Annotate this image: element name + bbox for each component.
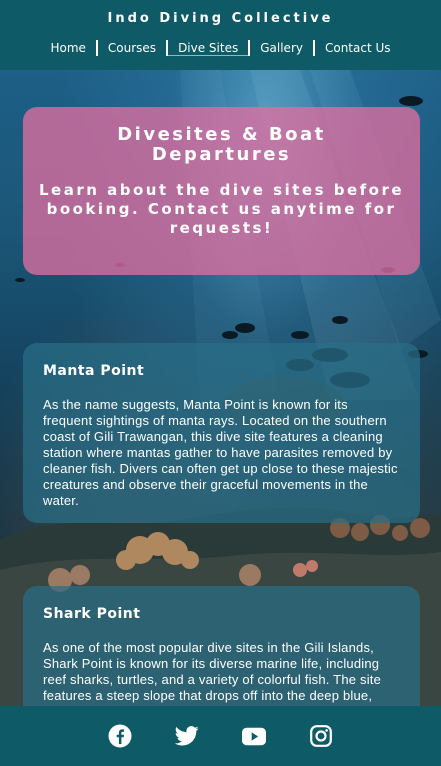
site-footer bbox=[0, 706, 441, 766]
main-nav: Home Courses Dive Sites Gallery Contact … bbox=[0, 40, 441, 56]
nav-gallery[interactable]: Gallery bbox=[250, 41, 313, 55]
nav-contact-us[interactable]: Contact Us bbox=[315, 41, 401, 55]
dive-site-card: Manta Point As the name suggests, Manta … bbox=[23, 343, 420, 523]
nav-home[interactable]: Home bbox=[40, 41, 95, 55]
facebook-icon[interactable] bbox=[108, 724, 132, 748]
dive-site-title: Manta Point bbox=[43, 363, 145, 379]
nav-courses[interactable]: Courses bbox=[98, 41, 166, 55]
twitter-icon[interactable] bbox=[175, 724, 199, 748]
hero-title: Divesites & Boat Departures bbox=[117, 124, 326, 165]
instagram-icon[interactable] bbox=[309, 724, 333, 748]
nav-dive-sites[interactable]: Dive Sites bbox=[168, 41, 249, 56]
youtube-icon[interactable] bbox=[242, 724, 266, 748]
dive-site-description: As the name suggests, Manta Point is kno… bbox=[43, 397, 398, 508]
dive-site-title: Shark Point bbox=[43, 606, 141, 622]
site-header: Indo Diving Collective Home Courses Dive… bbox=[0, 0, 441, 70]
brand-title[interactable]: Indo Diving Collective bbox=[0, 11, 441, 26]
hero-subtitle: Learn about the dive sites before bookin… bbox=[38, 181, 405, 237]
dive-site-card: Shark Point As one of the most popular d… bbox=[23, 586, 420, 726]
hero-banner: Divesites & Boat Departures Learn about … bbox=[23, 107, 420, 275]
